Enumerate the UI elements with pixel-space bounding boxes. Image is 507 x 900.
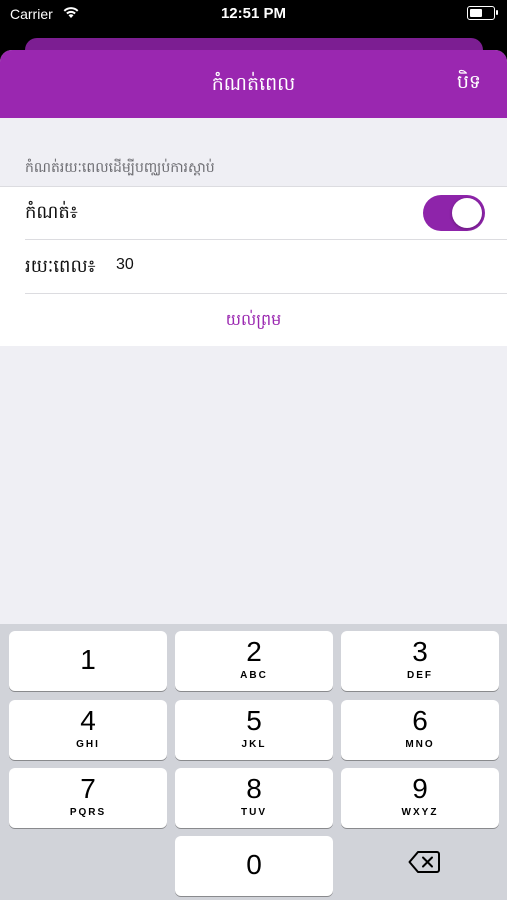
divider [25,293,507,294]
key-7[interactable]: 7 PQRS [9,768,167,828]
agree-button[interactable]: យល់ព្រម [0,309,507,333]
enable-label: កំណត់៖ [25,202,78,223]
key-3[interactable]: 3 DEF [341,631,499,691]
navigation-bar: កំណត់ពេល បិទ [0,50,507,118]
section-header: កំណត់រយៈពេលដើម្បីបញ្ឈប់ការស្តាប់ [25,160,215,176]
key-4[interactable]: 4 GHI [9,700,167,760]
numeric-keypad: 1 2 ABC 3 DEF 4 GHI 5 JKL 6 MNO 7 PQRS 8 TUV 9W… [0,624,507,900]
battery-icon [467,6,498,20]
key-6[interactable]: 6 MNO [341,700,499,760]
key-8[interactable]: 8 TUV [175,768,333,828]
key-9[interactable]: 9 WXYZ [341,768,499,828]
page-title: កំណត់ពេល [211,73,296,95]
key-1[interactable]: 1 [9,631,167,691]
divider [25,239,507,240]
backspace-icon[interactable] [408,850,440,874]
key-5[interactable]: 5 JKL [175,700,333,760]
settings-card: កំណត់៖ រយៈពេល៖ យល់ព្រម [0,186,507,346]
duration-label: រយៈពេល៖ [25,256,96,277]
status-bar: Carrier 12:51 PM [0,0,507,30]
enable-toggle[interactable] [423,195,485,231]
key-2[interactable]: 2 ABC [175,631,333,691]
key-0[interactable]: 0 [175,836,333,896]
divider [0,186,507,187]
toggle-knob [452,198,482,228]
duration-input[interactable] [116,256,416,274]
status-time: 12:51 PM [220,5,287,22]
close-button[interactable]: បិទ [457,70,481,98]
